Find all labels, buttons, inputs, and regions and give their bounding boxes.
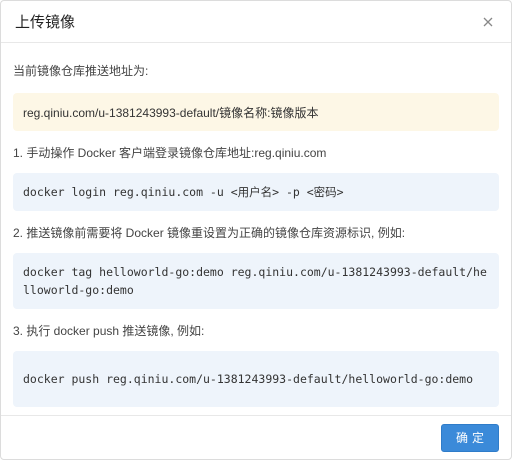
dialog-body: 当前镜像仓库推送地址为: reg.qiniu.com/u-1381243993-… <box>1 43 511 417</box>
address-value-box: reg.qiniu.com/u-1381243993-default/镜像名称:… <box>13 93 499 131</box>
upload-image-dialog: 上传镜像 当前镜像仓库推送地址为: reg.qiniu.com/u-138124… <box>0 0 512 460</box>
step-2-code: docker tag helloworld-go:demo reg.qiniu.… <box>23 265 487 297</box>
step-1-code: docker login reg.qiniu.com -u <用户名> -p <… <box>23 185 344 199</box>
step-2-label: 2. 推送镜像前需要将 Docker 镜像重设置为正确的镜像仓库资源标识, 例如… <box>13 226 406 240</box>
step-3-code: docker push reg.qiniu.com/u-1381243993-d… <box>23 372 474 386</box>
step-1-code-box: docker login reg.qiniu.com -u <用户名> -p <… <box>13 173 499 211</box>
dialog-footer: 确定 <box>1 415 511 459</box>
dialog-title: 上传镜像 <box>15 14 76 31</box>
address-label: 当前镜像仓库推送地址为: <box>13 64 149 78</box>
step-1-label: 1. 手动操作 Docker 客户端登录镜像仓库地址:reg.qiniu.com <box>13 146 327 160</box>
close-icon[interactable] <box>479 13 497 31</box>
dialog-header: 上传镜像 <box>1 1 511 43</box>
confirm-button[interactable]: 确定 <box>441 423 499 452</box>
close-icon-glyph <box>483 17 493 26</box>
step-3-code-box: docker push reg.qiniu.com/u-1381243993-d… <box>13 351 499 407</box>
address-value: reg.qiniu.com/u-1381243993-default/镜像名称:… <box>23 105 319 120</box>
step-2-code-box: docker tag helloworld-go:demo reg.qiniu.… <box>13 253 499 309</box>
step-3-label: 3. 执行 docker push 推送镜像, 例如: <box>13 324 205 338</box>
